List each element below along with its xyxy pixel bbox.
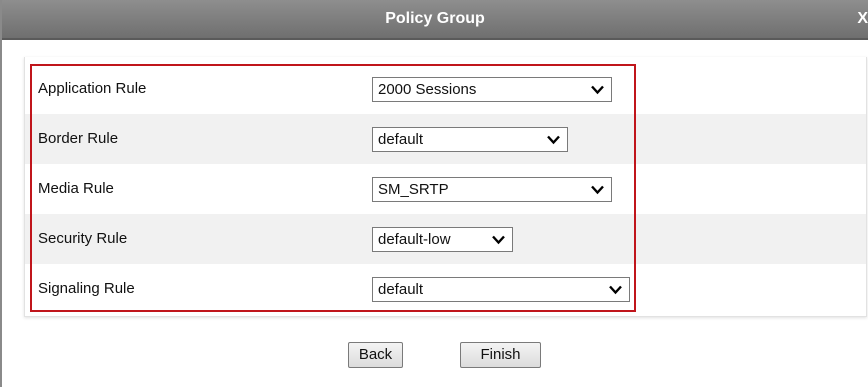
chevron-down-icon (609, 285, 622, 295)
dialog-titlebar: Policy Group X (2, 0, 868, 40)
finish-button[interactable]: Finish (460, 342, 541, 368)
media-rule-label: Media Rule (38, 180, 114, 197)
signaling-rule-value: default (378, 281, 424, 298)
security-rule-value: default-low (378, 231, 451, 248)
rule-row-application: Application Rule 2000 Sessions (25, 64, 866, 114)
policy-group-dialog: Policy Group X Application Rule 2000 Ses… (0, 0, 868, 387)
chevron-down-icon (547, 135, 560, 145)
security-rule-label: Security Rule (38, 230, 128, 247)
dialog-title: Policy Group (385, 10, 485, 27)
application-rule-label: Application Rule (38, 80, 147, 97)
rule-row-security: Security Rule default-low (25, 214, 866, 264)
rule-row-border: Border Rule default (25, 114, 866, 164)
application-rule-select[interactable]: 2000 Sessions (372, 77, 612, 102)
close-button[interactable]: X (848, 0, 868, 38)
back-button[interactable]: Back (348, 342, 403, 368)
rule-row-signaling: Signaling Rule default (25, 264, 866, 314)
border-rule-label: Border Rule (38, 130, 119, 147)
rule-row-media: Media Rule SM_SRTP (25, 164, 866, 214)
border-rule-value: default (378, 131, 424, 148)
policy-rules-form: Application Rule 2000 Sessions Border Ru… (24, 57, 867, 317)
chevron-down-icon (591, 185, 604, 195)
border-rule-select[interactable]: default (372, 127, 568, 152)
chevron-down-icon (492, 235, 505, 245)
signaling-rule-select[interactable]: default (372, 277, 630, 302)
signaling-rule-label: Signaling Rule (38, 280, 135, 297)
media-rule-value: SM_SRTP (378, 181, 449, 198)
application-rule-value: 2000 Sessions (378, 81, 477, 98)
chevron-down-icon (591, 85, 604, 95)
security-rule-select[interactable]: default-low (372, 227, 513, 252)
media-rule-select[interactable]: SM_SRTP (372, 177, 612, 202)
